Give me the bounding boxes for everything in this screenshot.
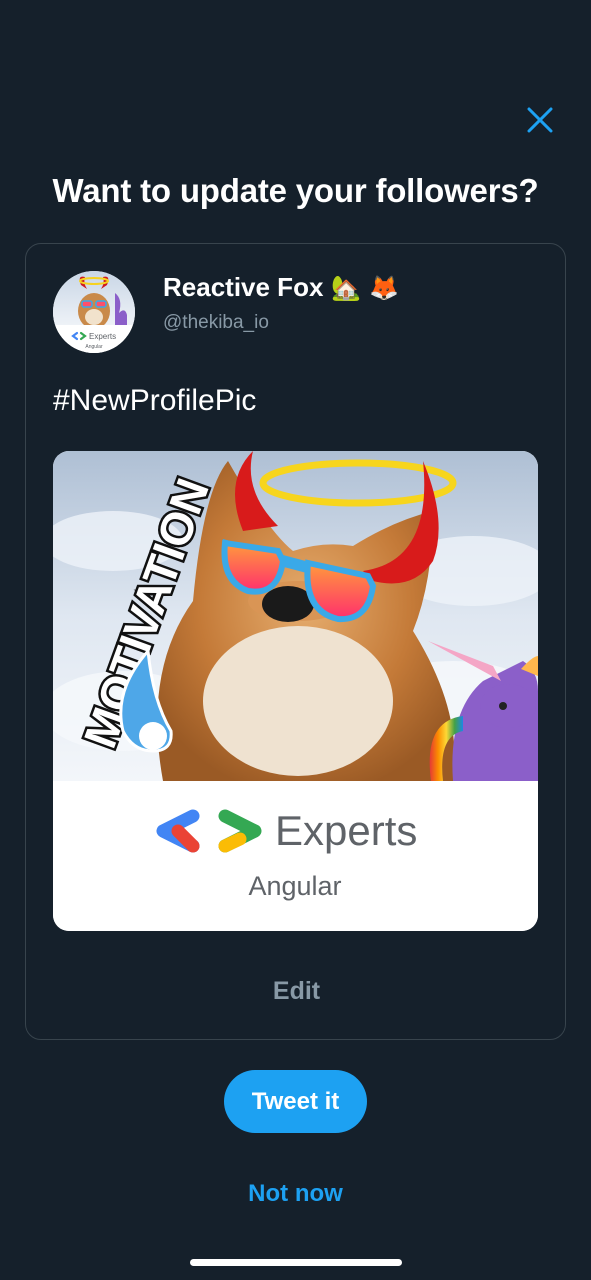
tweet-it-button[interactable]: Tweet it [224, 1070, 367, 1133]
author-handle: @thekiba_io [163, 312, 269, 333]
tweet-media-image: MOTIVATION Experts Angular [53, 451, 538, 931]
edit-button[interactable]: Edit [26, 977, 567, 1006]
dialog-title: Want to update your followers? [52, 172, 539, 209]
avatar-logo-word: Experts [89, 332, 116, 341]
avatar-logo-subtitle: Angular [85, 344, 103, 350]
tweet-text: #NewProfilePic [53, 384, 257, 417]
tweet-preview-card: Experts Angular Reactive Fox 🏡 🦊 @thekib… [25, 243, 566, 1040]
home-indicator[interactable] [190, 1259, 402, 1266]
close-button[interactable] [522, 102, 558, 138]
author-name: Reactive Fox [163, 272, 324, 302]
not-now-button[interactable]: Not now [0, 1180, 591, 1208]
experts-logo-subtitle: Angular [248, 871, 341, 901]
avatar: Experts Angular [53, 271, 135, 353]
tweet-author-row: Reactive Fox 🏡 🦊 [163, 272, 399, 303]
fox-emoji-icon: 🦊 [369, 273, 400, 302]
house-emoji-icon: 🏡 [331, 273, 362, 302]
experts-logo-word: Experts [275, 807, 417, 854]
close-icon [527, 107, 553, 133]
